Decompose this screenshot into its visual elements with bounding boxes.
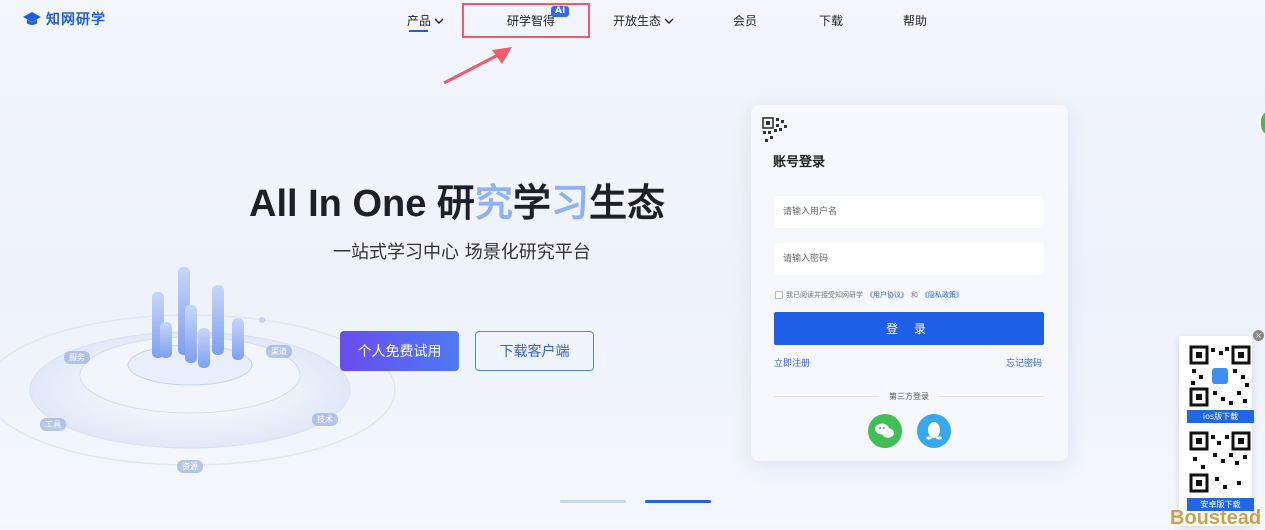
third-party-divider: 第三方登录 xyxy=(774,391,1044,402)
illustration-tag: 技术 xyxy=(312,413,338,426)
logo[interactable]: 知网研学 xyxy=(22,9,106,29)
illustration-tag: 服务 xyxy=(64,351,90,364)
wechat-login-button[interactable] xyxy=(868,414,902,448)
download-client-button[interactable]: 下载客户端 xyxy=(475,331,594,371)
hero-title-highlight: 习 xyxy=(550,183,589,225)
nav-open-ecosystem-label: 开放生态 xyxy=(613,14,662,28)
register-link[interactable]: 立即注册 xyxy=(774,356,810,369)
nav-active-indicator xyxy=(409,30,428,32)
floating-service-button[interactable] xyxy=(1259,108,1265,138)
privacy-policy-link[interactable]: 《隐私政策》 xyxy=(921,290,963,300)
hero-title-prefix: All In One 研 xyxy=(249,183,475,225)
login-button[interactable]: 登 录 xyxy=(774,312,1044,345)
ios-qr-code-icon xyxy=(1189,345,1251,407)
chevron-down-icon xyxy=(434,18,444,24)
nav-download-label: 下载 xyxy=(819,14,844,28)
agreement-text: 我已阅读并接受知网研学 xyxy=(786,291,863,299)
third-party-label: 第三方登录 xyxy=(889,392,929,401)
forgot-password-link[interactable]: 忘记密码 xyxy=(1006,356,1042,369)
graduation-cap-icon xyxy=(23,12,41,25)
hero-title-mid: 学 xyxy=(512,183,551,225)
nav-membership-label: 会员 xyxy=(733,14,758,28)
divider-line xyxy=(774,396,879,397)
nav-membership[interactable]: 会员 xyxy=(733,12,757,29)
user-agreement-link[interactable]: 《用户协议》 xyxy=(866,290,908,300)
android-qr-code-icon xyxy=(1189,431,1251,493)
wechat-icon xyxy=(875,423,894,438)
qq-login-button[interactable] xyxy=(917,414,951,448)
nav-download[interactable]: 下载 xyxy=(819,12,843,29)
illustration-tag: 渠道 xyxy=(266,345,292,358)
agreement-and: 和 xyxy=(911,291,918,299)
ios-download-label[interactable]: ios版下载 xyxy=(1187,410,1254,423)
hero-illustration xyxy=(0,267,396,466)
hero-title: All In One 研究学习生态 xyxy=(249,172,665,227)
hero-title-suffix: 生态 xyxy=(588,183,665,225)
chevron-down-icon xyxy=(664,18,674,24)
qq-penguin-icon xyxy=(926,422,942,440)
qr-login-toggle-icon[interactable] xyxy=(762,117,798,153)
illustration-tag: 工具 xyxy=(40,418,66,431)
username-input[interactable] xyxy=(774,196,1044,228)
nav-products-label: 产品 xyxy=(407,14,432,28)
free-trial-button[interactable]: 个人免费试用 xyxy=(340,331,459,371)
divider-line xyxy=(939,396,1044,397)
carousel-indicator[interactable] xyxy=(560,500,626,503)
agreement-checkbox[interactable] xyxy=(775,291,783,299)
illustration-tag: 资源 xyxy=(177,460,203,473)
hero-title-highlight: 究 xyxy=(474,183,513,225)
agreement-row: 我已阅读并接受知网研学 《用户协议》 和 《隐私政策》 xyxy=(775,290,963,300)
login-title: 账号登录 xyxy=(773,155,826,170)
nav-products[interactable]: 产品 xyxy=(407,12,444,29)
hero-subtitle: 一站式学习中心 场景化研究平台 xyxy=(333,242,591,263)
logo-text: 知网研学 xyxy=(46,12,106,28)
nav-help-label: 帮助 xyxy=(903,14,928,28)
password-input[interactable] xyxy=(774,243,1044,275)
close-icon[interactable]: × xyxy=(1253,330,1264,341)
carousel-indicator-active[interactable] xyxy=(645,500,711,503)
annotation-highlight-box xyxy=(462,3,590,38)
nav-open-ecosystem[interactable]: 开放生态 xyxy=(613,12,674,29)
watermark-brand: Boustead xyxy=(1170,507,1262,529)
annotation-arrow-icon xyxy=(443,47,512,85)
nav-help[interactable]: 帮助 xyxy=(903,12,927,29)
